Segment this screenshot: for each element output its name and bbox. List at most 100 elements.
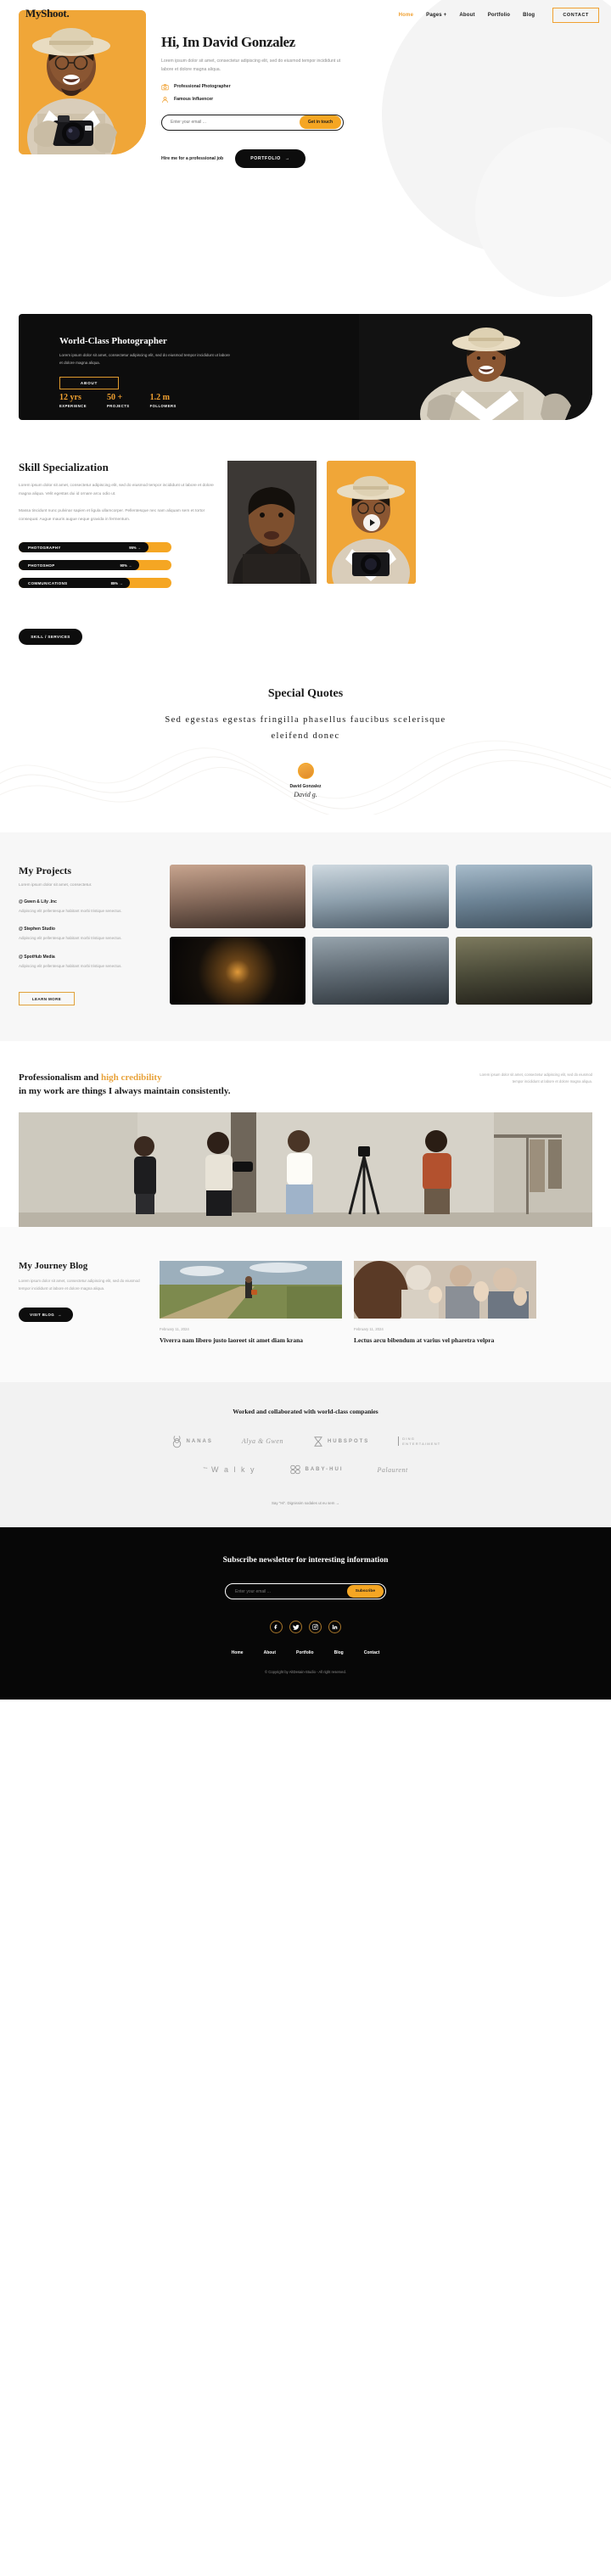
nav-item-blog[interactable]: Blog xyxy=(523,13,535,18)
gallery-item-forest-canopy[interactable] xyxy=(456,936,592,1005)
play-button[interactable] xyxy=(362,513,380,531)
avatar xyxy=(297,763,314,780)
gallery-item-city-waterfront[interactable] xyxy=(456,865,592,929)
professionalism-section: Professionalism and high credibility in m… xyxy=(0,1041,611,1227)
skill-text-column: Skill Specialization Lorem ipsum dolor s… xyxy=(19,461,214,589)
client-name: BABY-HUI xyxy=(305,1467,344,1473)
stat-value: 1.2 m xyxy=(149,393,170,402)
project-name: @ SpotHub Media xyxy=(19,954,55,960)
client-name-line2: ENTERTAIMENT xyxy=(402,1441,441,1446)
project-item-gwen-lily: @ Gwen & Lily .Inc Adipiscing elit pelle… xyxy=(19,899,154,915)
quote-author: David Gonzalez David g. xyxy=(0,763,611,798)
skill-bar-percent: 85% → xyxy=(110,580,123,585)
client-name-line1: DING xyxy=(402,1436,416,1442)
footer-nav-blog[interactable]: Blog xyxy=(334,1650,344,1655)
blog-headline[interactable]: Viverra nam libero justo laoreet sit ame… xyxy=(160,1336,342,1345)
stat-projects: 50 + PROJECTS xyxy=(107,393,130,408)
main-navigation: Home Pages + About Portfolio Blog CONTAC… xyxy=(399,8,599,23)
blog-headline[interactable]: Lectus arcu bibendum at varius vel phare… xyxy=(354,1336,536,1345)
stat-followers: 1.2 m FOLLOWERS xyxy=(150,393,177,408)
gallery-item-snow-forest[interactable] xyxy=(312,936,450,1005)
blog-cards: February 11, 2024 Viverra nam libero jus… xyxy=(160,1260,536,1345)
banner-content: World-Class Photographer Lorem ipsum dol… xyxy=(59,336,314,389)
clients-row-2: The W a l k y BABY-HUI Palaurent xyxy=(19,1464,592,1476)
skill-bar-fill: COMMUNICATIONS 85% → xyxy=(19,578,131,589)
brand-logo[interactable]: MyShoot. xyxy=(25,7,70,20)
linkedin-icon[interactable] xyxy=(328,1621,341,1634)
gallery-item-mountain-sunset[interactable] xyxy=(169,865,306,929)
client-logo-ding-entertaiment: DING ENTERTAIMENT xyxy=(398,1436,441,1447)
stat-experience: 12 yrs EXPERIENCE xyxy=(59,393,87,408)
email-input[interactable] xyxy=(171,120,272,126)
headline-part-1: Professionalism and xyxy=(19,1072,101,1084)
gallery-item-dark-tunnel[interactable] xyxy=(169,936,306,1005)
footer-nav-contact[interactable]: Contact xyxy=(364,1650,380,1655)
skill-bar-communications: COMMUNICATIONS 85% → xyxy=(19,578,171,589)
get-in-touch-button[interactable]: Get in touch xyxy=(299,115,341,130)
stat-value: 12 yrs xyxy=(59,393,81,402)
projects-gallery xyxy=(169,865,592,1005)
footer-nav-home[interactable]: Home xyxy=(232,1650,244,1655)
blog-card-2[interactable]: February 11, 2024 Lectus arcu bibendum a… xyxy=(354,1260,536,1345)
subscribe-button[interactable]: Subscribe xyxy=(346,1585,384,1599)
skill-video-thumbnail[interactable] xyxy=(327,461,416,584)
learn-more-button[interactable]: LEARN MORE xyxy=(19,992,75,1006)
hero-section: MyShoot. Home Pages + About Portfolio Bl… xyxy=(0,0,611,314)
about-button[interactable]: ABOUT xyxy=(59,376,119,389)
client-logo-alya-gwen: Alya & Gwen xyxy=(241,1437,283,1446)
client-logo-hubspots: HUBSPOTS xyxy=(312,1436,369,1448)
rabbit-knot-icon xyxy=(171,1434,183,1448)
skill-bar-label: COMMUNICATIONS xyxy=(28,580,68,585)
instagram-icon[interactable] xyxy=(309,1621,322,1634)
newsletter-email-input[interactable] xyxy=(235,1588,328,1594)
skill-bar-photography: PHOTOGRAPHY 95% → xyxy=(19,542,171,553)
blog-text-column: My Journey Blog Lorem ipsum dolor sit am… xyxy=(19,1261,146,1345)
client-logo-baby-hui: BABY-HUI xyxy=(289,1464,343,1476)
skill-bar-label: PHOTOGRAPHY xyxy=(28,545,61,550)
client-logo-palaurent: Palaurent xyxy=(377,1465,408,1474)
portfolio-button-label: PORTFOLIO xyxy=(250,155,281,161)
say-hi-link[interactable]: Say "Hi". Dignissim sodales ut eu sem → xyxy=(19,1501,592,1505)
say-hi-text: Say "Hi". Dignissim sodales ut eu sem xyxy=(272,1501,335,1506)
field-path-illustration xyxy=(160,1260,342,1319)
my-projects-section: My Projects Lorem ipsum dolor sit amet, … xyxy=(0,832,611,1042)
project-description: Adipiscing elit pellentesque habitant mo… xyxy=(19,936,122,941)
nav-item-home[interactable]: Home xyxy=(399,13,413,18)
projects-title: My Projects xyxy=(19,865,72,877)
contact-button[interactable]: CONTACT xyxy=(552,8,599,23)
professionalism-photo xyxy=(19,1112,592,1227)
footer-nav-portfolio[interactable]: Portfolio xyxy=(296,1650,314,1655)
feature-item-photographer: Professional Photographer xyxy=(161,83,416,91)
arrow-right-icon: → xyxy=(335,1501,339,1506)
clients-row-1: NANAS Alya & Gwen HUBSPOTS DING ENTERTAI… xyxy=(19,1434,592,1448)
client-name: HUBSPOTS xyxy=(327,1438,370,1444)
banner-portrait-photo xyxy=(359,314,592,420)
nav-item-portfolio[interactable]: Portfolio xyxy=(488,13,510,18)
professionalism-note: Lorem ipsum dolor sit amet, consectetur … xyxy=(479,1072,592,1084)
skill-bars: PHOTOGRAPHY 95% → PHOTOSHOP 90% → COMMUN… xyxy=(19,542,214,589)
facebook-icon[interactable] xyxy=(270,1621,283,1634)
skill-services-button[interactable]: SKILL / SERVICES xyxy=(19,629,82,646)
hero-feature-list: Professional Photographer Famous Influen… xyxy=(161,83,416,104)
footer-nav-about[interactable]: About xyxy=(264,1650,276,1655)
nav-item-about[interactable]: About xyxy=(459,13,474,18)
world-class-banner-section: World-Class Photographer Lorem ipsum dol… xyxy=(0,314,611,420)
banner-stats: 12 yrs EXPERIENCE 50 + PROJECTS 1.2 m FO… xyxy=(59,393,177,408)
twitter-icon[interactable] xyxy=(289,1621,302,1634)
blog-title: My Journey Blog xyxy=(19,1260,88,1271)
gallery-item-snowy-village[interactable] xyxy=(312,865,450,929)
portfolio-button[interactable]: PORTFOLIO → xyxy=(235,148,306,168)
feature-label: Professional Photographer xyxy=(174,84,231,90)
banner-subtitle: Lorem ipsum dolor sit amet, consectetur … xyxy=(59,353,230,365)
skill-portrait-image xyxy=(227,461,317,584)
nav-item-pages[interactable]: Pages + xyxy=(426,13,446,18)
skill-bar-percent: 90% → xyxy=(120,563,132,568)
visit-blog-button[interactable]: VISIT BLOG → xyxy=(19,1308,73,1323)
blog-card-1[interactable]: February 11, 2024 Viverra nam libero jus… xyxy=(160,1260,342,1345)
site-footer: Subscribe newsletter for interesting inf… xyxy=(0,1527,611,1700)
skill-bar-fill: PHOTOSHOP 90% → xyxy=(19,560,140,571)
professionalism-headline: Professionalism and high credibility in m… xyxy=(19,1072,290,1099)
skill-paragraph-2: Massa tincidunt nunc pulvinar sapien et … xyxy=(19,509,205,522)
blog-subtitle: Lorem ipsum dolor sit amet, consectetur … xyxy=(19,1278,140,1291)
client-name: The W a l k y xyxy=(203,1465,256,1475)
